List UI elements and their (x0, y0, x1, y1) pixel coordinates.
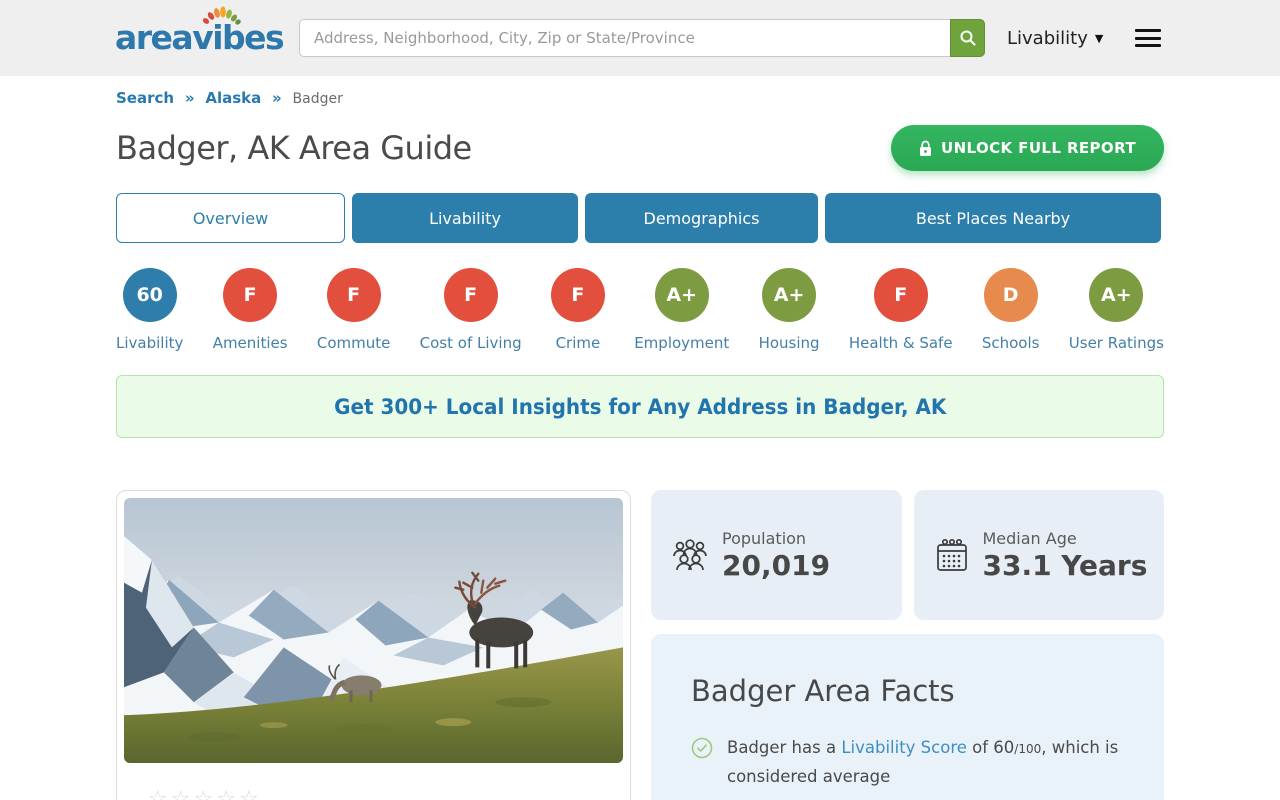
area-facts-card: Badger Area Facts Badger has a Livabilit… (651, 634, 1164, 800)
breadcrumb-current: Badger (292, 91, 343, 107)
user-rating-stars: ☆☆☆☆☆ (148, 787, 623, 800)
score-health-safety[interactable]: F Health & Safe (849, 268, 953, 352)
area-facts-title: Badger Area Facts (691, 674, 955, 708)
search-input[interactable] (299, 19, 950, 57)
page-title: Badger, AK Area Guide (116, 129, 472, 167)
score-grades-row: 60 Livability F Amenities F Commute F Co… (116, 268, 1164, 352)
score-livability[interactable]: 60 Livability (116, 268, 183, 352)
fact-text: Badger has a Livability Score of 60/100,… (727, 734, 1124, 790)
median-age-label: Median Age (982, 528, 1077, 548)
search-button[interactable] (950, 19, 985, 57)
population-stat-card: Population 20,019 (651, 490, 902, 620)
star-icon[interactable]: ☆ (193, 787, 216, 800)
local-insights-banner[interactable]: Get 300+ Local Insights for Any Address … (116, 375, 1164, 438)
median-age-value: 33.1 Years (982, 548, 1148, 582)
score-label: Livability (116, 334, 184, 352)
population-label: Population (722, 528, 807, 548)
score-circle: F (550, 268, 605, 322)
people-icon (673, 539, 707, 571)
fact-text-denominator: /100 (1014, 742, 1042, 756)
score-housing[interactable]: A+ Housing (759, 268, 820, 352)
area-photo-card: ☆☆☆☆☆ (116, 490, 631, 800)
score-employment[interactable]: A+ Employment (634, 268, 729, 352)
score-label: Schools (981, 334, 1040, 352)
score-label: User Ratings (1068, 334, 1164, 352)
lock-icon (920, 140, 932, 156)
fact-livability-score: Badger has a Livability Score of 60/100,… (691, 734, 1124, 790)
tab-livability[interactable]: Livability (352, 193, 578, 243)
score-amenities[interactable]: F Amenities (213, 268, 288, 352)
score-circle: D (983, 268, 1038, 322)
score-circle: 60 (122, 268, 177, 322)
score-circle: A+ (1089, 268, 1144, 322)
tab-best-places-nearby[interactable]: Best Places Nearby (825, 193, 1161, 243)
search-form (299, 19, 985, 57)
fact-text-mid: of 60 (966, 738, 1015, 757)
score-label: Commute (316, 334, 391, 352)
score-label: Health & Safe (848, 334, 953, 352)
calendar-icon (936, 538, 967, 571)
score-circle: F (223, 268, 278, 322)
score-schools[interactable]: D Schools (981, 268, 1040, 352)
tab-overview[interactable]: Overview (116, 193, 345, 243)
star-icon[interactable]: ☆ (216, 787, 239, 800)
hamburger-menu-icon[interactable] (1135, 25, 1162, 52)
fact-text-pre: Badger has a (727, 738, 842, 757)
score-commute[interactable]: F Commute (316, 268, 391, 352)
score-label: Housing (758, 334, 820, 352)
star-icon[interactable]: ☆ (148, 787, 171, 800)
breadcrumb: Search » Alaska » Badger (116, 89, 1164, 107)
chevron-down-icon: ▼ (1094, 31, 1104, 45)
score-cost-of-living[interactable]: F Cost of Living (420, 268, 522, 352)
banner-text: Get 300+ Local Insights for Any Address … (333, 394, 947, 419)
score-circle: F (873, 268, 928, 322)
livability-dropdown-label: Livability (1007, 27, 1088, 49)
unlock-button-label: UNLOCK FULL REPORT (941, 139, 1136, 157)
star-icon[interactable]: ☆ (171, 787, 194, 800)
score-label: Amenities (212, 334, 288, 352)
score-label: Crime (555, 334, 601, 352)
check-circle-icon (691, 737, 713, 759)
score-circle: F (443, 268, 498, 322)
areavibes-logo[interactable]: areavibes (115, 0, 287, 76)
livability-dropdown[interactable]: Livability ▼ (1007, 28, 1103, 49)
top-header: areavibes Livability ▼ (0, 0, 1280, 76)
score-crime[interactable]: F Crime (550, 268, 605, 352)
score-label: Cost of Living (419, 334, 522, 352)
score-user-ratings[interactable]: A+ User Ratings (1069, 268, 1164, 352)
section-tabs: Overview Livability Demographics Best Pl… (116, 193, 1164, 243)
area-photo (124, 498, 623, 763)
score-circle: A+ (654, 268, 709, 322)
population-value: 20,019 (722, 548, 831, 582)
star-icon[interactable]: ☆ (239, 787, 262, 800)
median-age-stat-card: Median Age 33.1 Years (913, 490, 1164, 620)
score-circle: A+ (762, 268, 817, 322)
breadcrumb-separator: » (272, 89, 282, 107)
score-label: Employment (634, 334, 730, 352)
breadcrumb-alaska-link[interactable]: Alaska (205, 89, 261, 107)
breadcrumb-search-link[interactable]: Search (116, 89, 174, 107)
tab-demographics[interactable]: Demographics (585, 193, 818, 243)
livability-score-link[interactable]: Livability Score (841, 738, 967, 757)
breadcrumb-separator: » (184, 89, 195, 107)
unlock-full-report-button[interactable]: UNLOCK FULL REPORT (891, 125, 1164, 171)
search-icon (960, 30, 976, 46)
score-circle: F (326, 268, 381, 322)
logo-burst-icon (202, 6, 241, 25)
